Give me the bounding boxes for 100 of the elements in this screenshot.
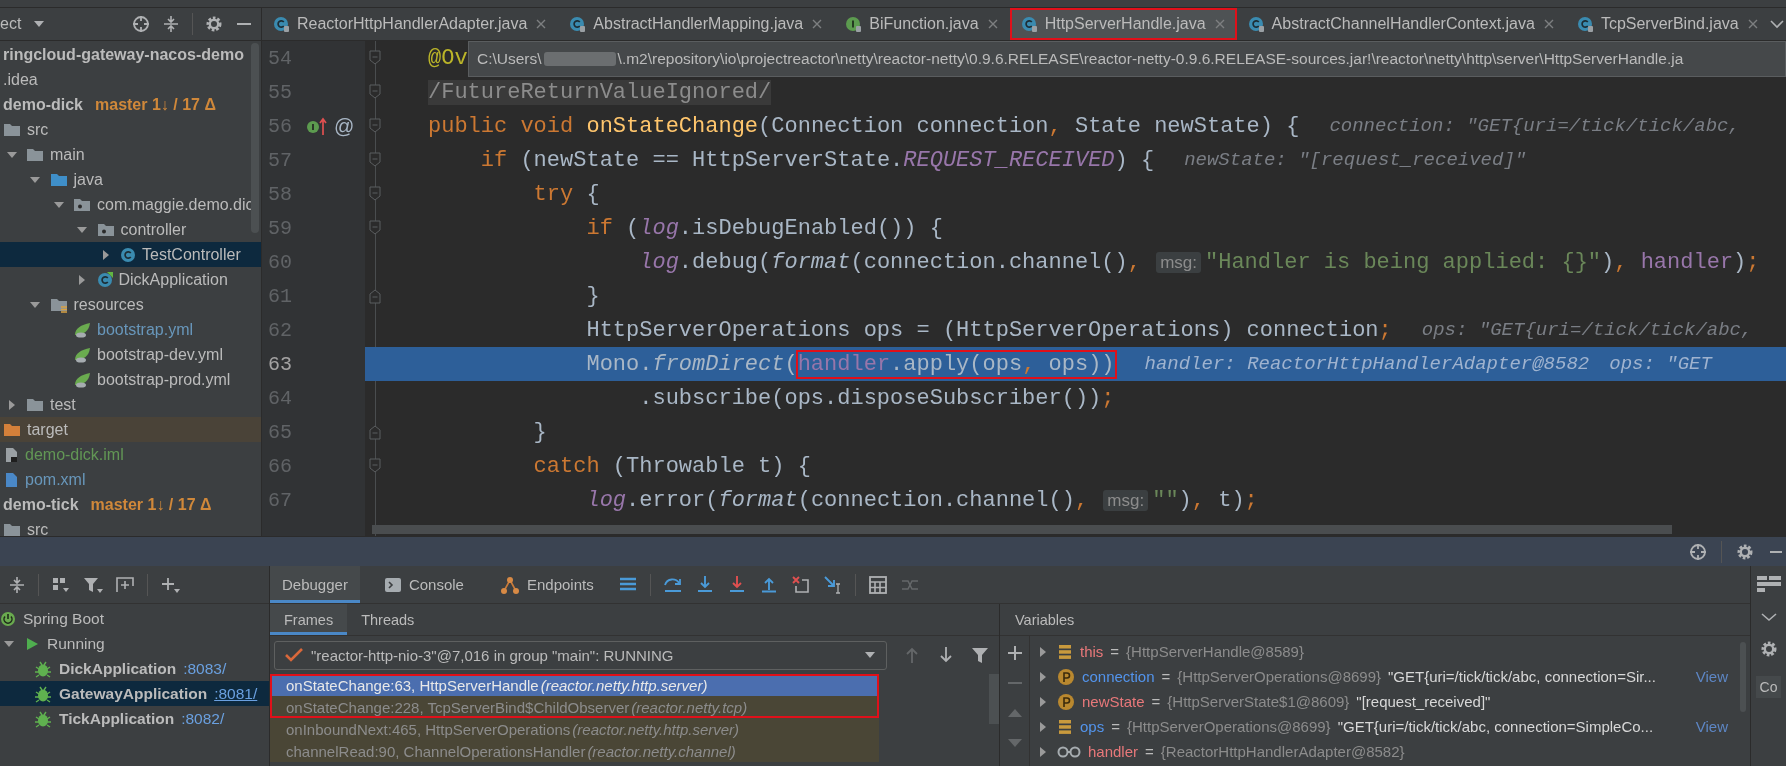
- cross-icon[interactable]: [790, 574, 811, 595]
- group-icon[interactable]: [51, 575, 71, 594]
- service-item[interactable]: Running: [0, 631, 269, 656]
- settings-icon[interactable]: [1736, 542, 1754, 561]
- tree-item[interactable]: ringcloud-gateway-nacos-demo: [0, 42, 261, 67]
- crosshair-icon[interactable]: [132, 15, 150, 33]
- crosshair-icon[interactable]: [1689, 542, 1707, 561]
- tree-item[interactable]: bootstrap.yml: [0, 317, 261, 342]
- stack-frame[interactable]: channelRead:90, ChannelOperationsHandler(reactor.netty.channel): [270, 740, 879, 762]
- chevron-icon[interactable]: [1760, 612, 1777, 622]
- fold-marker-icon[interactable]: [368, 220, 382, 236]
- close-icon[interactable]: [986, 18, 999, 30]
- fold-marker-icon[interactable]: [368, 424, 382, 440]
- tree-item[interactable]: test: [0, 392, 261, 417]
- tree-item[interactable]: java: [0, 167, 261, 192]
- port-link[interactable]: :8081/: [214, 684, 258, 703]
- service-item[interactable]: GatewayApplication :8081/: [0, 681, 269, 706]
- check-icon: [285, 647, 303, 663]
- scrollbar[interactable]: [989, 674, 999, 724]
- fold-marker-icon[interactable]: [368, 84, 382, 100]
- fold-marker-icon[interactable]: [368, 186, 382, 202]
- tree-item[interactable]: demo-dick master 1↓ / 17 Δ: [0, 92, 261, 117]
- tree-item[interactable]: resources: [0, 292, 261, 317]
- tree-item[interactable]: src: [0, 517, 261, 536]
- add-frame-icon[interactable]: [115, 575, 135, 594]
- editor-tab[interactable]: ReactorHttpHandlerAdapter.java: [262, 8, 559, 40]
- editor-tab[interactable]: AbstractChannelHandlerContext.java: [1236, 8, 1566, 40]
- tree-item[interactable]: bootstrap-dev.yml: [0, 342, 261, 367]
- tree-item[interactable]: controller: [0, 217, 261, 242]
- scrollbar[interactable]: [372, 525, 1672, 534]
- chevron-icon[interactable]: [1769, 19, 1784, 29]
- editor-tab[interactable]: TcpServerBind.java: [1565, 8, 1770, 40]
- fold-marker-icon[interactable]: [368, 152, 382, 168]
- side-tab[interactable]: Co: [1755, 676, 1782, 698]
- close-icon[interactable]: [1542, 18, 1555, 30]
- debugger-tab[interactable]: Endpoints: [487, 566, 606, 603]
- tree-item[interactable]: demo-tick master 1↓ / 17 Δ: [0, 492, 261, 517]
- filter-icon[interactable]: [83, 575, 103, 594]
- stack-frame[interactable]: onStateChange:228, TcpServerBind$ChildObserver(reactor.netty.tcp): [270, 696, 879, 718]
- close-icon[interactable]: [1746, 18, 1759, 30]
- down-arrow-icon[interactable]: [937, 646, 955, 664]
- variable-name: handler: [1088, 743, 1139, 760]
- tree-item[interactable]: .idea: [0, 67, 261, 92]
- caret-icon[interactable]: [33, 20, 46, 28]
- collapse-icon[interactable]: [162, 15, 180, 33]
- settings-icon[interactable]: [205, 15, 223, 33]
- settings-icon[interactable]: [1759, 640, 1778, 658]
- editor-tab[interactable]: AbstractHandlerMapping.java: [558, 8, 835, 40]
- tree-item[interactable]: target: [0, 417, 261, 442]
- panel-tab[interactable]: Frames: [270, 604, 348, 635]
- folder-icon: [3, 121, 21, 138]
- equals-sign: =: [1151, 693, 1161, 710]
- inline-value: ops: "GET{uri=/tick/tick/abc,: [1421, 319, 1753, 341]
- equals-sign: =: [1161, 668, 1171, 685]
- tree-item[interactable]: src: [0, 117, 261, 142]
- collapse-icon[interactable]: [8, 575, 26, 594]
- service-item[interactable]: DickApplication :8083/: [0, 656, 269, 681]
- annotation-marker[interactable]: @: [334, 114, 355, 138]
- calculator-icon[interactable]: [867, 574, 888, 595]
- tree-item[interactable]: main: [0, 142, 261, 167]
- debugger-tab[interactable]: Console: [371, 566, 476, 603]
- panel-title[interactable]: ect: [0, 15, 22, 33]
- tree-item[interactable]: bootstrap-prod.yml: [0, 367, 261, 392]
- diagonal-arrow-icon[interactable]: [822, 574, 843, 595]
- fold-marker-icon[interactable]: [368, 458, 382, 474]
- fold-marker-icon[interactable]: [368, 118, 382, 134]
- port-link[interactable]: :8082/: [181, 709, 225, 728]
- caret-icon[interactable]: [864, 651, 876, 659]
- plus-icon[interactable]: [160, 575, 180, 594]
- tree-item[interactable]: pom.xml: [0, 467, 261, 492]
- panel-tab[interactable]: Threads: [347, 604, 429, 635]
- fold-marker-icon[interactable]: [368, 50, 382, 66]
- port-link[interactable]: :8083/: [183, 659, 227, 678]
- tree-item[interactable]: com.maggie.demo.dic: [0, 192, 261, 217]
- variable-type: {HttpServerOperations@8699}: [1126, 718, 1331, 735]
- line-number: 63: [267, 351, 293, 378]
- close-icon[interactable]: [811, 18, 824, 30]
- view-link[interactable]: View: [1695, 718, 1728, 735]
- tree-item[interactable]: TestController: [0, 242, 261, 267]
- service-item[interactable]: Spring Boot: [0, 606, 269, 631]
- filter-icon[interactable]: [971, 646, 989, 664]
- editor-tab[interactable]: HttpServerHandle.java: [1009, 8, 1237, 40]
- close-icon[interactable]: [1213, 18, 1226, 30]
- close-icon[interactable]: [535, 18, 548, 30]
- thread-dropdown[interactable]: "reactor-http-nio-3"@7,016 in group "main": RUNNING: [274, 640, 887, 670]
- play-icon: [24, 635, 40, 652]
- service-item[interactable]: TickApplication :8082/: [0, 706, 269, 731]
- stack-frame[interactable]: onStateChange:63, HttpServerHandle(reactor.netty.http.server): [270, 674, 879, 696]
- debugger-tab[interactable]: Debugger: [270, 566, 360, 603]
- layout-icon[interactable]: [1755, 574, 1782, 594]
- terminal-icon: [383, 576, 402, 593]
- plus-icon[interactable]: [1005, 644, 1024, 662]
- package-icon: [73, 196, 91, 213]
- tree-item[interactable]: DickApplication: [0, 267, 261, 292]
- tree-item[interactable]: demo-dick.iml: [0, 442, 261, 467]
- stack-frame[interactable]: onInboundNext:465, HttpServerOperations(reactor.netty.http.server): [270, 718, 879, 740]
- view-link[interactable]: View: [1695, 668, 1728, 685]
- interface-marker-icon[interactable]: [306, 116, 328, 136]
- editor-tab[interactable]: BiFunction.java: [834, 8, 1010, 40]
- fold-marker-icon[interactable]: [368, 288, 382, 304]
